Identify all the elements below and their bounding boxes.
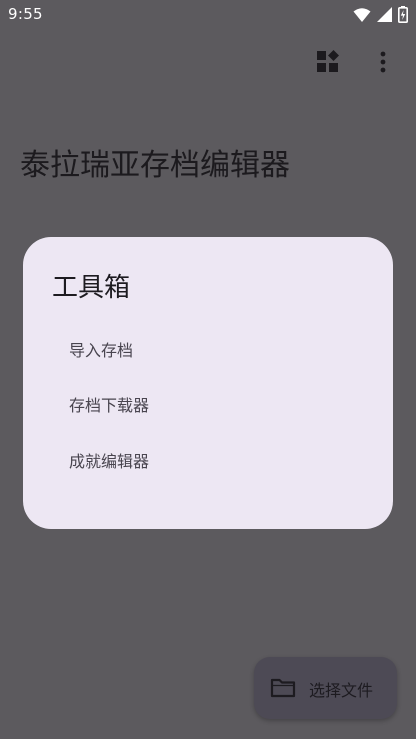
more-vert-icon <box>379 50 387 78</box>
cellular-signal-icon <box>377 7 392 26</box>
dialog-item-achievement-editor[interactable]: 成就编辑器 <box>53 438 353 482</box>
select-file-fab[interactable]: 选择文件 <box>254 657 397 719</box>
dialog-item-import-save[interactable]: 导入存档 <box>53 327 353 371</box>
status-time: 9:55 <box>8 5 43 23</box>
page-title: 泰拉瑞亚存档编辑器 <box>20 148 290 183</box>
status-bar: 9:55 <box>0 0 416 30</box>
status-icons <box>353 6 408 27</box>
fab-label: 选择文件 <box>309 681 374 700</box>
folder-icon <box>270 676 296 700</box>
wifi-icon <box>353 7 371 27</box>
widgets-icon <box>316 50 340 78</box>
widgets-button[interactable] <box>312 48 344 80</box>
battery-icon <box>398 6 408 27</box>
toolbox-dialog: 工具箱 导入存档 存档下载器 成就编辑器 <box>23 237 393 529</box>
more-options-button[interactable] <box>367 48 399 80</box>
top-app-bar <box>0 30 416 98</box>
dialog-title: 工具箱 <box>52 273 131 303</box>
dialog-item-save-downloader[interactable]: 存档下载器 <box>53 382 353 426</box>
